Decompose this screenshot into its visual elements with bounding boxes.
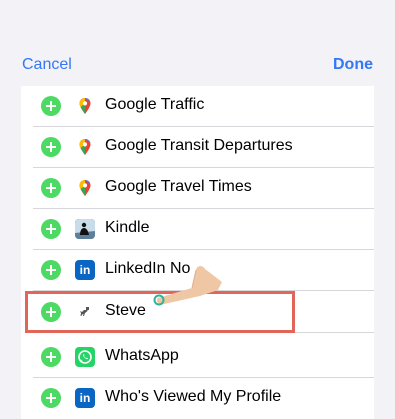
list-item[interactable]: Kindle: [21, 209, 374, 250]
google-maps-pin-icon: [75, 178, 95, 198]
app-label: WhatsApp: [105, 347, 179, 364]
list-item[interactable]: Google Travel Times: [21, 168, 374, 209]
add-icon[interactable]: [41, 219, 61, 239]
list-item[interactable]: WhatsApp: [21, 337, 374, 378]
google-maps-pin-icon: [75, 137, 95, 157]
add-icon[interactable]: [41, 178, 61, 198]
app-label: Google Travel Times: [105, 178, 252, 195]
app-label: Google Transit Departures: [105, 137, 293, 154]
navigation-bar: Cancel Done: [0, 0, 395, 86]
app-label: Kindle: [105, 219, 150, 236]
add-icon[interactable]: [41, 347, 61, 367]
app-label: Who's Viewed My Profile: [105, 388, 282, 405]
done-button[interactable]: Done: [333, 56, 373, 74]
list-item[interactable]: in Who's Viewed My Profile: [21, 378, 374, 419]
list-item[interactable]: Google Traffic: [21, 86, 374, 127]
list-item[interactable]: Google Transit Departures: [21, 127, 374, 168]
cancel-button[interactable]: Cancel: [22, 56, 72, 74]
linkedin-icon: in: [75, 260, 95, 280]
kindle-icon: [75, 219, 95, 239]
linkedin-icon: in: [75, 388, 95, 408]
app-list: Google Traffic Google Transit Departures: [21, 86, 374, 419]
add-icon[interactable]: [41, 137, 61, 157]
add-icon[interactable]: [41, 96, 61, 116]
app-label: Google Traffic: [105, 96, 205, 113]
google-maps-pin-icon: [75, 96, 95, 116]
hand-pointer-icon: [153, 266, 222, 306]
add-icon[interactable]: [41, 388, 61, 408]
whatsapp-icon: [75, 347, 95, 367]
add-icon[interactable]: [41, 260, 61, 280]
